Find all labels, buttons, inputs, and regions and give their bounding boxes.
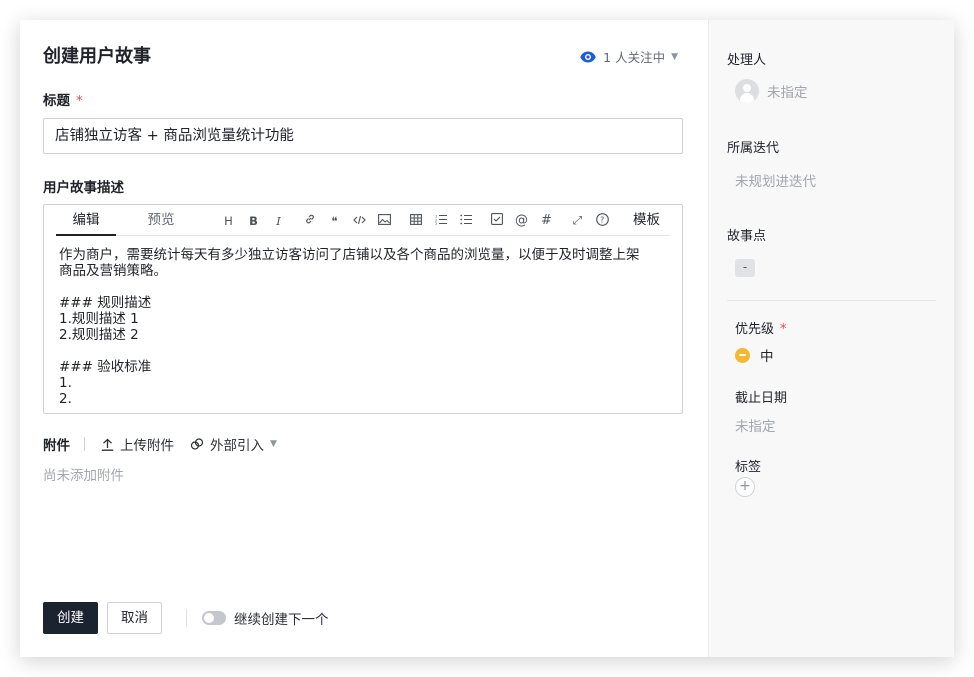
no-attachments-text: 尚未添加附件 [43,468,124,484]
content-line: 2.规则描述 2 [59,327,139,343]
mention-icon[interactable]: @ [509,213,534,228]
divider [84,437,85,451]
help-icon[interactable]: ? [590,212,615,229]
priority-label-text: 优先级 [735,322,775,337]
required-mark: * [780,322,787,337]
image-icon[interactable] [372,213,397,228]
continue-create-label: 继续创建下一个 [234,612,329,628]
bold-icon[interactable]: B [241,214,266,228]
priority-medium-icon [735,347,750,363]
markdown-editor[interactable]: 编辑 预览 H B I ❝ 1 2 3 @ # ⤢ ? 模板 作为商户，需要统计… [43,204,683,414]
hash-icon[interactable]: # [534,213,559,228]
link-icon[interactable] [297,213,322,228]
dialog-title: 创建用户故事 [43,46,151,67]
eye-icon [580,51,596,62]
divider [727,300,936,301]
italic-icon[interactable]: I [266,214,291,228]
dialog-footer: 创建 取消 继续创建下一个 [43,602,329,634]
content-line: 1. [59,375,72,391]
cancel-button[interactable]: 取消 [107,602,162,634]
upload-attachment-button[interactable]: 上传附件 [101,434,174,454]
assignee-value: 未指定 [767,85,808,101]
due-date-label: 截止日期 [735,391,788,406]
content-line: 商品及营销策略。 [59,263,167,279]
attachments-label: 附件 [43,438,70,454]
code-icon[interactable] [347,214,372,228]
content-line: 作为商户，需要统计每天有多少独立访客访问了店铺以及各个商品的浏览量，以便于及时调… [59,247,640,263]
title-input[interactable]: 店铺独立访客 + 商品浏览量统计功能 [43,118,683,154]
iteration-picker[interactable]: 未规划进迭代 [735,170,816,190]
heading-icon[interactable]: H [216,214,241,228]
checkbox-icon[interactable] [484,213,509,228]
content-line: ### 验收标准 [59,359,152,375]
template-button[interactable]: 模板 [633,205,660,236]
title-field-label: 标题 * [43,89,83,109]
story-points-input[interactable]: - [735,259,755,277]
content-line: 1.规则描述 1 [59,311,139,327]
continue-create-toggle[interactable] [202,611,226,625]
attachments-row: 附件 上传附件 外部引入 ▼ [43,434,277,454]
upload-label: 上传附件 [120,438,174,454]
tab-edit[interactable]: 编辑 [56,205,116,236]
tags-label: 标签 [735,460,762,475]
bullet-list-icon[interactable] [453,214,478,228]
priority-label: 优先级 * [735,318,787,337]
svg-text:3: 3 [435,222,437,225]
iteration-label: 所属迭代 [727,141,780,156]
link-icon [190,438,204,450]
content-line: 2. [59,391,72,407]
description-label: 用户故事描述 [43,180,124,196]
external-import-dropdown[interactable]: 外部引入 ▼ [190,434,277,454]
story-points-label: 故事点 [727,229,767,244]
fullscreen-icon[interactable]: ⤢ [565,213,590,228]
svg-text:?: ? [600,215,604,224]
avatar-icon [735,79,759,103]
divider [186,609,187,627]
chevron-down-icon: ▼ [671,51,678,62]
add-tag-button[interactable]: + [735,477,755,497]
content-line [59,343,668,359]
tab-preview[interactable]: 预览 [131,205,191,236]
chevron-down-icon: ▼ [270,439,277,449]
quote-icon[interactable]: ❝ [322,214,347,228]
due-date-picker[interactable]: 未指定 [735,415,776,435]
assignee-picker[interactable]: 未指定 [735,79,808,103]
editor-content[interactable]: 作为商户，需要统计每天有多少独立访客访问了店铺以及各个商品的浏览量，以便于及时调… [59,247,668,407]
watchers-dropdown[interactable]: 1 人关注中 ▼ [580,47,678,66]
external-import-label: 外部引入 [210,438,264,454]
format-tools: H B I ❝ 1 2 3 @ # ⤢ ? [216,205,615,236]
priority-value: 中 [760,349,774,365]
priority-picker[interactable]: 中 [735,345,774,365]
title-label-text: 标题 [43,93,70,109]
create-button[interactable]: 创建 [43,602,98,634]
content-line [59,279,668,295]
required-mark: * [76,93,83,109]
properties-sidebar: 处理人 未指定 所属迭代 未规划进迭代 故事点 - 优先级 * 中 截止日期 未指… [708,20,954,657]
table-icon[interactable] [403,213,428,228]
ordered-list-icon[interactable]: 123 [428,214,453,228]
watchers-label: 1 人关注中 [603,50,666,65]
content-line: ### 规则描述 [59,295,152,311]
editor-toolbar: 编辑 预览 H B I ❝ 1 2 3 @ # ⤢ ? 模板 [56,205,670,236]
main-panel: 创建用户故事 1 人关注中 ▼ 标题 * 店铺独立访客 + 商品浏览量统计功能 用… [20,20,708,657]
create-story-dialog: 创建用户故事 1 人关注中 ▼ 标题 * 店铺独立访客 + 商品浏览量统计功能 用… [20,20,954,657]
upload-icon [101,438,114,451]
assignee-label: 处理人 [727,53,767,68]
